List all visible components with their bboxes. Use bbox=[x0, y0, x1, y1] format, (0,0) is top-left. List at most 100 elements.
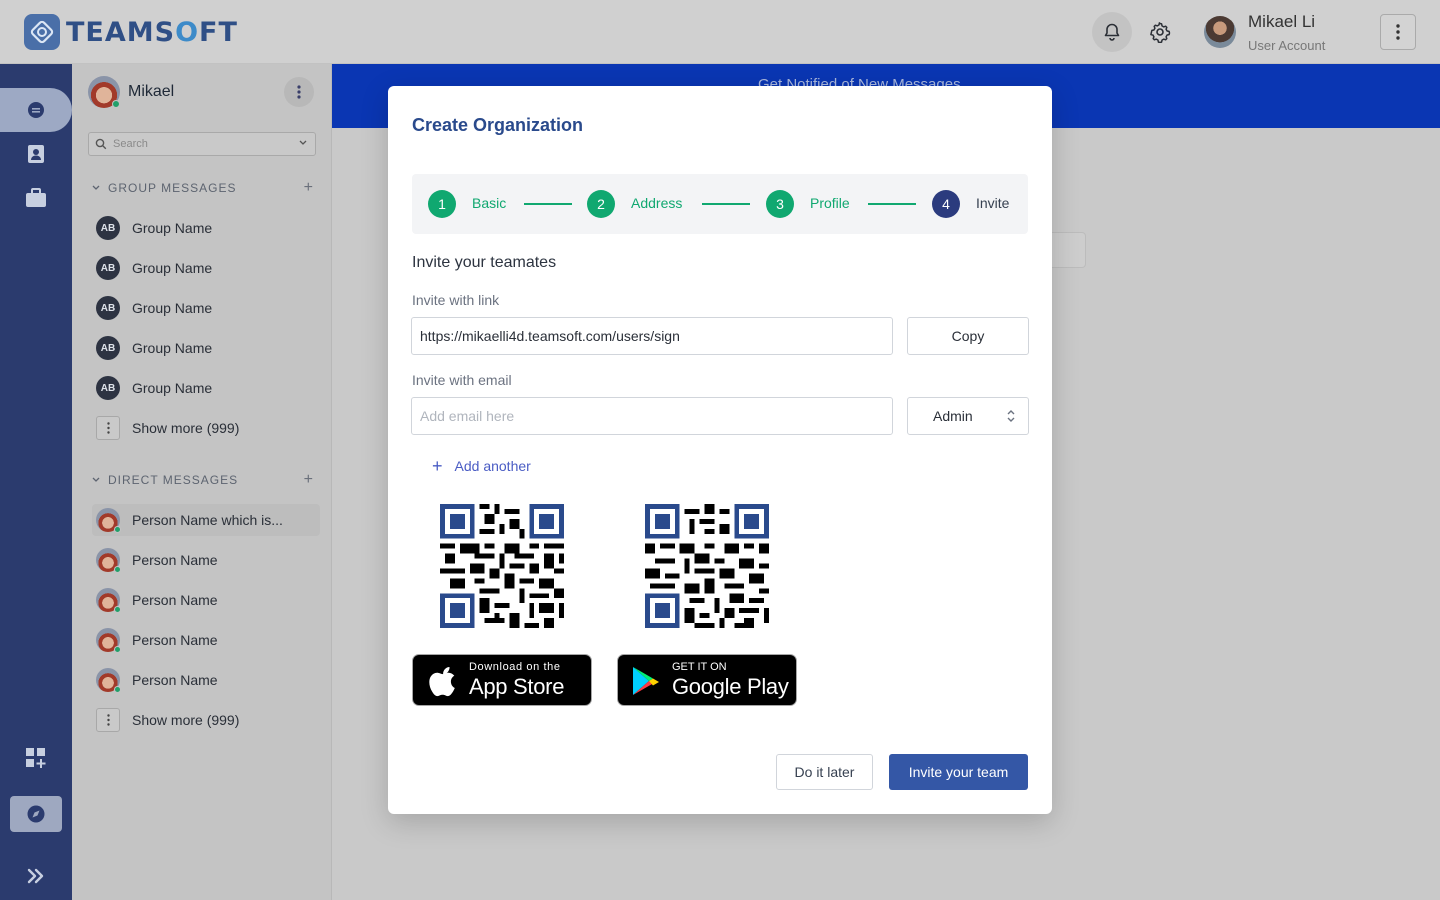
briefcase-icon bbox=[26, 188, 46, 207]
role-select[interactable]: Admin bbox=[907, 397, 1029, 435]
email-field[interactable] bbox=[411, 397, 893, 435]
header-more-button[interactable] bbox=[1380, 14, 1416, 50]
google-play-big-text: Google Play bbox=[672, 674, 789, 699]
list-item[interactable]: AB Group Name bbox=[92, 372, 320, 404]
double-chevron-right-icon bbox=[27, 868, 44, 884]
add-another-button[interactable]: + Add another bbox=[432, 457, 531, 475]
rail-work[interactable] bbox=[0, 176, 72, 220]
group-avatar: AB bbox=[96, 256, 120, 280]
role-select-value: Admin bbox=[933, 408, 973, 424]
list-item[interactable]: Person Name which is... bbox=[92, 504, 320, 536]
rail-expand[interactable] bbox=[0, 854, 72, 898]
chevron-down-icon[interactable] bbox=[92, 477, 100, 483]
app-store-badge[interactable]: Download on the App Store bbox=[412, 654, 592, 706]
avatar bbox=[96, 508, 121, 533]
step-1-number[interactable]: 1 bbox=[428, 190, 456, 218]
step-4-number[interactable]: 4 bbox=[932, 190, 960, 218]
invite-email-label: Invite with email bbox=[412, 372, 512, 388]
group-avatar: AB bbox=[96, 296, 120, 320]
list-item[interactable]: AB Group Name bbox=[92, 212, 320, 244]
add-direct-button[interactable]: + bbox=[304, 471, 314, 489]
nav-rail bbox=[0, 64, 72, 900]
app-logo[interactable]: TEAMSOFT bbox=[24, 14, 238, 50]
more-icon bbox=[96, 416, 120, 440]
more-icon bbox=[96, 708, 120, 732]
list-item[interactable]: AB Group Name bbox=[92, 292, 320, 324]
app-store-big-text: App Store bbox=[469, 674, 565, 699]
avatar bbox=[96, 628, 121, 653]
list-item[interactable]: Person Name bbox=[92, 584, 320, 616]
search-input[interactable] bbox=[113, 138, 283, 150]
app-store-qr-code bbox=[440, 504, 564, 628]
group-messages-header[interactable]: GROUP MESSAGES + bbox=[92, 178, 316, 198]
sidebar-user-name: Mikael bbox=[128, 83, 175, 100]
chevron-down-icon[interactable] bbox=[92, 185, 100, 191]
rail-add-apps[interactable] bbox=[0, 736, 72, 780]
bell-icon bbox=[1104, 23, 1120, 41]
copy-button[interactable]: Copy bbox=[907, 317, 1029, 355]
avatar bbox=[88, 76, 120, 108]
rail-messages[interactable] bbox=[0, 88, 72, 132]
invite-link-input[interactable] bbox=[420, 328, 880, 344]
step-1-label[interactable]: Basic bbox=[472, 195, 506, 211]
compass-icon bbox=[27, 805, 45, 823]
kebab-icon bbox=[1396, 24, 1400, 40]
direct-messages-header[interactable]: DIRECT MESSAGES + bbox=[92, 470, 316, 490]
section-title: Invite your teamates bbox=[412, 254, 557, 271]
chevron-down-icon[interactable] bbox=[299, 140, 307, 146]
apple-icon bbox=[429, 667, 455, 697]
gear-icon bbox=[1150, 22, 1171, 43]
list-item[interactable]: AB Group Name bbox=[92, 332, 320, 364]
invite-link-label: Invite with link bbox=[412, 292, 500, 308]
list-item[interactable]: AB Group Name bbox=[92, 252, 320, 284]
top-header: TEAMSOFT Mikael Li User Account bbox=[0, 0, 1440, 64]
add-group-button[interactable]: + bbox=[304, 179, 314, 197]
section-label: DIRECT MESSAGES bbox=[108, 473, 239, 487]
invite-link-field[interactable] bbox=[411, 317, 893, 355]
group-avatar: AB bbox=[96, 336, 120, 360]
list-item[interactable]: Person Name bbox=[92, 664, 320, 696]
do-it-later-button[interactable]: Do it later bbox=[776, 754, 873, 790]
contact-card-icon bbox=[28, 145, 44, 163]
step-2-label[interactable]: Address bbox=[631, 195, 682, 211]
google-play-small-text: GET IT ON bbox=[672, 661, 727, 673]
logo-icon bbox=[24, 14, 60, 50]
group-avatar: AB bbox=[96, 216, 120, 240]
header-user-role: User Account bbox=[1248, 38, 1326, 53]
show-more-directs[interactable]: Show more (999) bbox=[92, 704, 320, 736]
google-play-badge[interactable]: GET IT ON Google Play bbox=[617, 654, 797, 706]
avatar bbox=[96, 668, 121, 693]
notifications-button[interactable] bbox=[1092, 12, 1132, 52]
step-4-label[interactable]: Invite bbox=[976, 195, 1009, 211]
invite-team-button[interactable]: Invite your team bbox=[889, 754, 1028, 790]
step-2-number[interactable]: 2 bbox=[587, 190, 615, 218]
group-avatar: AB bbox=[96, 376, 120, 400]
rail-explore[interactable] bbox=[10, 796, 62, 832]
header-user-name: Mikael Li bbox=[1248, 12, 1316, 31]
step-3-number[interactable]: 3 bbox=[766, 190, 794, 218]
user-avatar[interactable] bbox=[1204, 16, 1236, 48]
apps-add-icon bbox=[26, 748, 46, 768]
email-input[interactable] bbox=[420, 408, 880, 424]
avatar bbox=[96, 588, 121, 613]
rail-contacts[interactable] bbox=[0, 132, 72, 176]
settings-button[interactable] bbox=[1140, 12, 1180, 52]
list-item[interactable]: Person Name bbox=[92, 624, 320, 656]
logo-wordmark: TEAMSOFT bbox=[66, 16, 238, 48]
show-more-groups[interactable]: Show more (999) bbox=[92, 412, 320, 444]
add-another-label: Add another bbox=[454, 458, 531, 474]
create-organization-modal: Create Organization 1 Basic 2 Address 3 … bbox=[388, 86, 1052, 814]
search-icon bbox=[95, 138, 107, 150]
sidebar-more-button[interactable] bbox=[284, 77, 314, 107]
google-play-icon bbox=[633, 667, 659, 695]
select-arrows-icon bbox=[1007, 410, 1015, 422]
stepper: 1 Basic 2 Address 3 Profile 4 Invite bbox=[412, 174, 1028, 234]
online-status-dot bbox=[112, 100, 120, 108]
step-3-label[interactable]: Profile bbox=[810, 195, 850, 211]
sidebar-user[interactable]: Mikael bbox=[88, 76, 174, 108]
step-connector bbox=[868, 203, 916, 205]
app-store-small-text: Download on the bbox=[469, 661, 561, 673]
sidebar-search[interactable] bbox=[88, 132, 316, 156]
list-item[interactable]: Person Name bbox=[92, 544, 320, 576]
step-connector bbox=[524, 203, 572, 205]
